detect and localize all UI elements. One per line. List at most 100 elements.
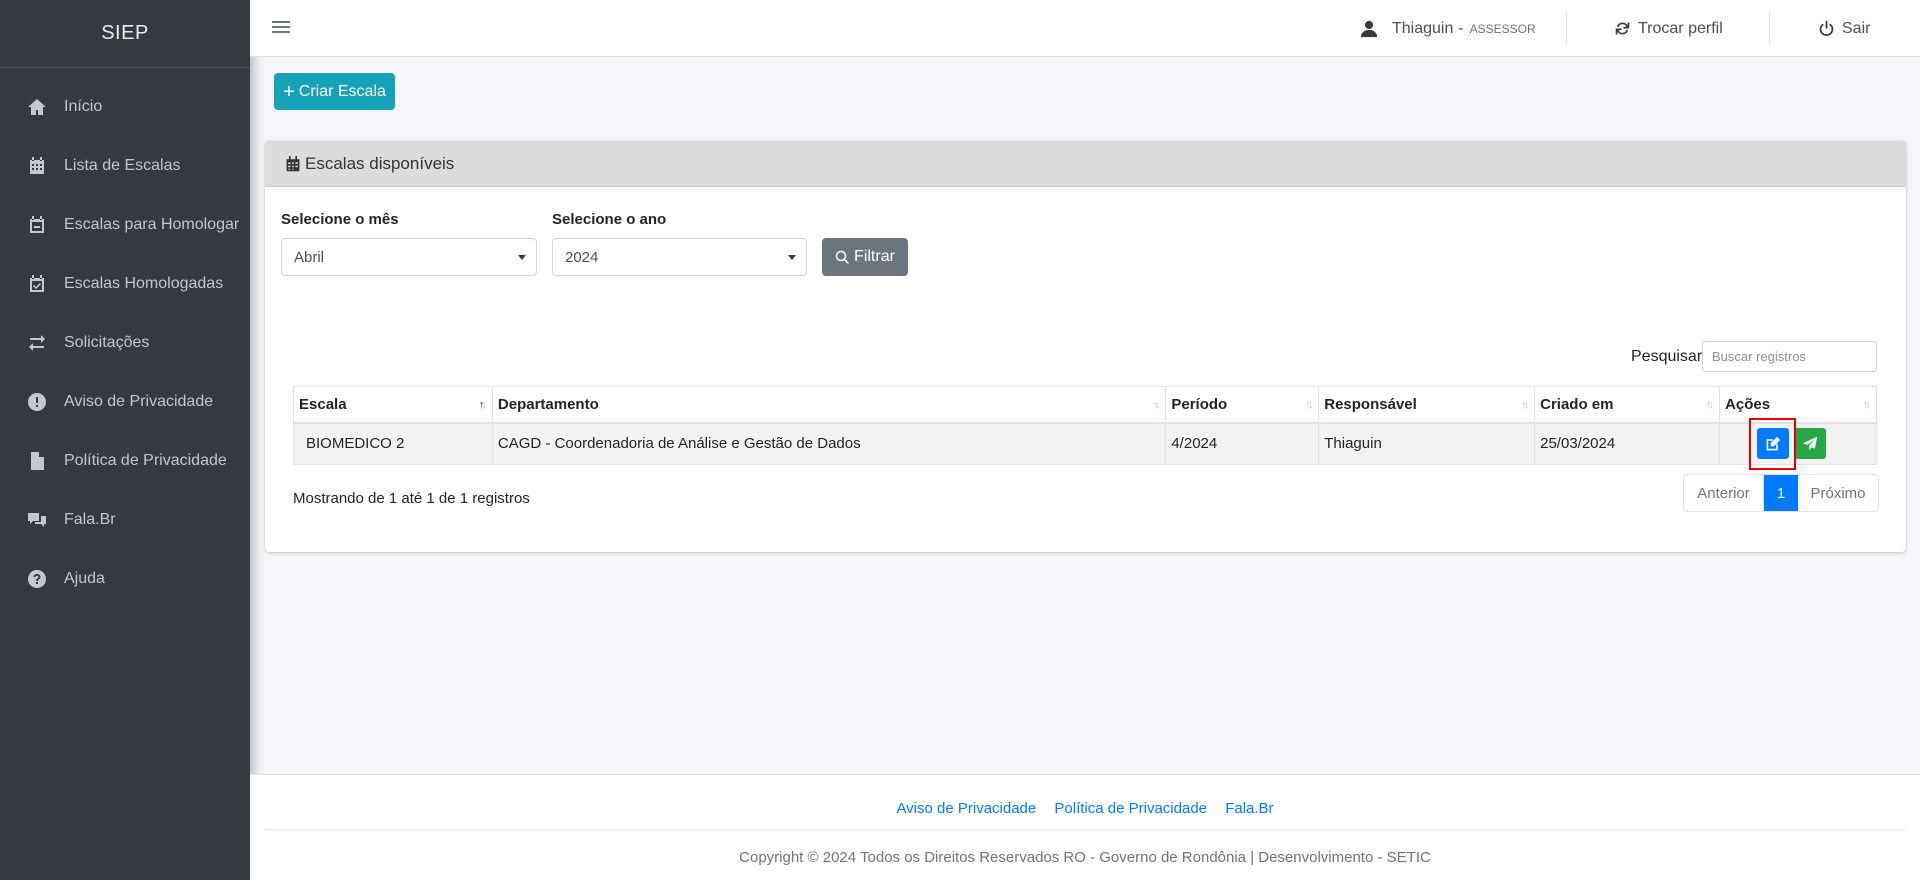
plus-icon: +	[283, 80, 295, 103]
sidebar-item-label: Aviso de Privacidade	[64, 392, 214, 410]
create-escala-button[interactable]: + Criar Escala	[274, 73, 395, 110]
sidebar-item-ajuda[interactable]: Ajuda	[0, 549, 250, 608]
send-button[interactable]	[1794, 428, 1827, 460]
footer-links: Aviso de Privacidade Política de Privaci…	[250, 800, 1920, 817]
footer-link-aviso-privacidade[interactable]: Aviso de Privacidade	[896, 800, 1036, 817]
table-header-row: Escala ↑↓ Departamento ↑↓ Período ↑↓ Respon…	[293, 386, 1877, 424]
switch-profile-button[interactable]: Trocar perfil	[1614, 0, 1723, 57]
paper-plane-icon	[1802, 436, 1818, 451]
file-icon	[26, 450, 48, 472]
logout-label: Sair	[1842, 19, 1871, 37]
search-label: Pesquisar	[1631, 348, 1703, 365]
footer: Aviso de Privacidade Política de Privaci…	[250, 774, 1920, 880]
year-select[interactable]: 2024	[552, 238, 807, 276]
column-header-periodo[interactable]: Período ↑↓	[1165, 386, 1320, 424]
caret-down-icon	[788, 255, 796, 260]
create-escala-label: Criar Escala	[298, 82, 386, 100]
sort-icon: ↑↓	[1305, 399, 1313, 411]
sidebar-item-label: Solicitações	[64, 333, 150, 351]
sidebar-item-lista-escalas[interactable]: Lista de Escalas	[0, 136, 250, 195]
sidebar-item-inicio[interactable]: Início	[0, 77, 250, 136]
user-role: ASSESSOR	[1469, 21, 1536, 36]
month-label: Selecione o mês	[281, 211, 399, 228]
cell-criado-em: 25/03/2024	[1534, 422, 1721, 465]
header-divider	[1566, 10, 1567, 46]
cell-responsavel: Thiaguin	[1318, 422, 1536, 465]
pagination-next[interactable]: Próximo	[1798, 475, 1878, 511]
sidebar-item-label: Início	[64, 97, 103, 115]
calendar-icon	[26, 155, 48, 177]
footer-divider	[265, 829, 1905, 830]
sidebar-nav: Início Lista de Escalas Escalas para Hom…	[0, 77, 250, 608]
sidebar-item-label: Fala.Br	[64, 510, 116, 528]
sort-icon: ↑↓	[1521, 399, 1529, 411]
caret-down-icon	[518, 255, 526, 260]
calendar-minus-icon	[26, 214, 48, 236]
cell-escala: BIOMEDICO 2	[293, 422, 493, 465]
sort-icon: ↑↓	[1152, 399, 1160, 411]
exchange-icon	[26, 332, 48, 354]
month-select-value: Abril	[294, 248, 325, 266]
sidebar-item-label: Ajuda	[64, 569, 105, 587]
column-header-departamento[interactable]: Departamento ↑↓	[491, 386, 1167, 424]
footer-link-politica-privacidade[interactable]: Política de Privacidade	[1054, 800, 1207, 817]
card-header: Escalas disponíveis	[265, 141, 1906, 187]
user-info[interactable]: Thiaguin - ASSESSOR	[1360, 0, 1536, 57]
filter-button-label: Filtrar	[854, 248, 895, 265]
copyright: Copyright © 2024 Todos os Direitos Reser…	[739, 849, 1431, 866]
logout-button[interactable]: Sair	[1818, 0, 1870, 57]
year-select-value: 2024	[565, 248, 599, 266]
year-label: Selecione o ano	[552, 211, 667, 228]
switch-profile-label: Trocar perfil	[1638, 19, 1723, 37]
sidebar-item-escalas-homologadas[interactable]: Escalas Homologadas	[0, 254, 250, 313]
sync-icon	[1615, 22, 1630, 35]
sidebar-item-solicitacoes[interactable]: Solicitações	[0, 313, 250, 372]
power-icon	[1819, 20, 1834, 36]
brand-title[interactable]: SIEP	[0, 0, 250, 68]
column-header-responsavel[interactable]: Responsável ↑↓	[1318, 386, 1536, 424]
card-title: Escalas disponíveis	[305, 153, 455, 173]
column-header-escala[interactable]: Escala ↑↓	[293, 386, 493, 424]
filter-button[interactable]: Filtrar	[822, 238, 908, 276]
menu-toggle-icon[interactable]	[272, 18, 290, 36]
column-header-acoes[interactable]: Ações ↑↓	[1719, 386, 1877, 424]
edit-icon	[1766, 436, 1781, 451]
calendar-icon	[286, 155, 300, 171]
search-icon	[835, 250, 850, 264]
cell-departamento: CAGD - Coordenadoria de Análise e Gestão…	[491, 422, 1167, 465]
calendar-check-icon	[26, 273, 48, 295]
table-info: Mostrando de 1 até 1 de 1 registros	[293, 490, 530, 507]
sidebar-item-label: Escalas Homologadas	[64, 274, 224, 292]
sidebar-item-politica-privacidade[interactable]: Política de Privacidade	[0, 431, 250, 490]
sidebar-item-escalas-homologar[interactable]: Escalas para Homologar	[0, 195, 250, 254]
cell-periodo: 4/2024	[1165, 422, 1320, 465]
footer-link-fala-br[interactable]: Fala.Br	[1225, 800, 1273, 817]
sidebar-item-aviso-privacidade[interactable]: Aviso de Privacidade	[0, 372, 250, 431]
top-navbar: Thiaguin - ASSESSOR Trocar perfil Sair	[250, 0, 1920, 57]
sort-icon: ↑↓	[1863, 399, 1871, 411]
sidebar-item-label: Lista de Escalas	[64, 156, 181, 174]
pagination-previous[interactable]: Anterior	[1684, 475, 1764, 511]
table-row: BIOMEDICO 2 CAGD - Coordenadoria de Anál…	[293, 422, 1877, 465]
question-circle-icon	[26, 568, 48, 590]
month-select[interactable]: Abril	[281, 238, 537, 276]
sort-icon: ↑↓	[1706, 399, 1714, 411]
column-header-criado-em[interactable]: Criado em ↑↓	[1534, 386, 1721, 424]
edit-button[interactable]	[1757, 428, 1790, 460]
cell-acoes	[1719, 422, 1877, 465]
comments-icon	[26, 509, 48, 531]
sidebar: SIEP Início Lista de Escalas Escalas par…	[0, 0, 250, 880]
home-icon	[26, 96, 48, 118]
exclamation-circle-icon	[26, 391, 48, 413]
search-input[interactable]	[1702, 341, 1877, 372]
sidebar-item-label: Política de Privacidade	[64, 451, 227, 469]
user-icon	[1360, 20, 1378, 37]
sort-asc-icon: ↑↓	[478, 399, 487, 411]
pagination: Anterior 1 Próximo	[1683, 474, 1879, 512]
escalas-table: Escala ↑↓ Departamento ↑↓ Período ↑↓ Respon…	[293, 386, 1877, 465]
user-name: Thiaguin -	[1392, 19, 1468, 37]
sidebar-item-fala-br[interactable]: Fala.Br	[0, 490, 250, 549]
pagination-page-1[interactable]: 1	[1764, 475, 1798, 511]
sidebar-item-label: Escalas para Homologar	[64, 215, 240, 233]
header-divider	[1769, 10, 1770, 46]
